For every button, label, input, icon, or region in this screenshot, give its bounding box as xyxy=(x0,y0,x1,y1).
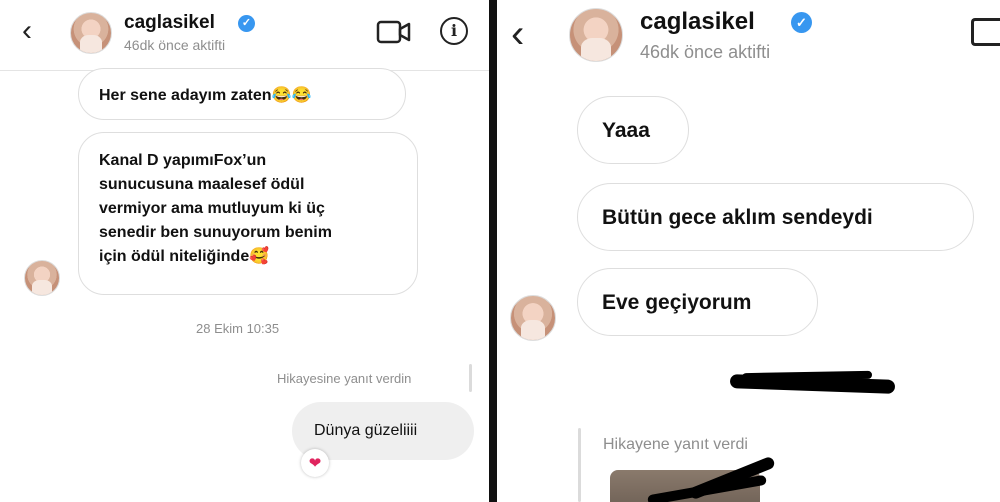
left-chat-screenshot: ‹ caglasikel ✓ 46dk önce aktifti i Her s… xyxy=(0,0,489,502)
verified-badge-icon: ✓ xyxy=(791,12,812,33)
avatar[interactable] xyxy=(569,8,623,62)
timestamp: 28 Ekim 10:35 xyxy=(196,321,280,336)
active-status: 46dk önce aktifti xyxy=(640,42,771,62)
chat-header: ‹ caglasikel ✓ 46dk önce aktifti xyxy=(497,0,1000,80)
story-reply-note: Hikayene yanıt verdi xyxy=(603,436,748,453)
message-line: Kanal D yapımıFox’un xyxy=(99,152,267,169)
right-chat-screenshot: ‹ caglasikel ✓ 46dk önce aktifti Yaaa Bü… xyxy=(497,0,1000,502)
username[interactable]: caglasikel xyxy=(640,8,755,36)
sender-avatar xyxy=(510,295,556,341)
reply-indicator xyxy=(469,364,472,392)
message-line: için ödül niteliğinde🥰 xyxy=(99,248,270,265)
story-reply-note: Hikayesine yanıt verdin xyxy=(277,371,412,386)
verified-badge-icon: ✓ xyxy=(238,15,255,32)
info-icon[interactable]: i xyxy=(440,17,468,45)
video-call-icon[interactable] xyxy=(971,18,1000,46)
incoming-message: Her sene adayım zaten😂😂 xyxy=(78,68,406,120)
avatar[interactable] xyxy=(70,12,112,54)
divider xyxy=(489,0,497,502)
chat-header: ‹ caglasikel ✓ 46dk önce aktifti i xyxy=(0,0,489,71)
heart-reaction-icon[interactable]: ❤ xyxy=(301,449,329,477)
back-chevron-icon[interactable]: ‹ xyxy=(511,14,524,54)
back-chevron-icon[interactable]: ‹ xyxy=(22,16,32,46)
incoming-message: Eve geçiyorum xyxy=(577,268,818,336)
active-status: 46dk önce aktifti xyxy=(124,37,226,53)
message-line: vermiyor ama mutluyum ki üç xyxy=(99,200,325,217)
username[interactable]: caglasikel xyxy=(124,12,215,34)
message-line: sunucusuna maalesef ödül xyxy=(99,176,305,193)
reply-indicator xyxy=(578,428,581,502)
incoming-message: Kanal D yapımıFox’un sunucusuna maalesef… xyxy=(78,132,418,295)
incoming-message: Yaaa xyxy=(577,96,689,164)
incoming-message: Bütün gece aklım sendeydi xyxy=(577,183,974,251)
video-call-icon[interactable] xyxy=(376,19,412,45)
sender-avatar xyxy=(24,260,60,296)
message-line: senedir ben sunuyorum benim xyxy=(99,224,332,241)
